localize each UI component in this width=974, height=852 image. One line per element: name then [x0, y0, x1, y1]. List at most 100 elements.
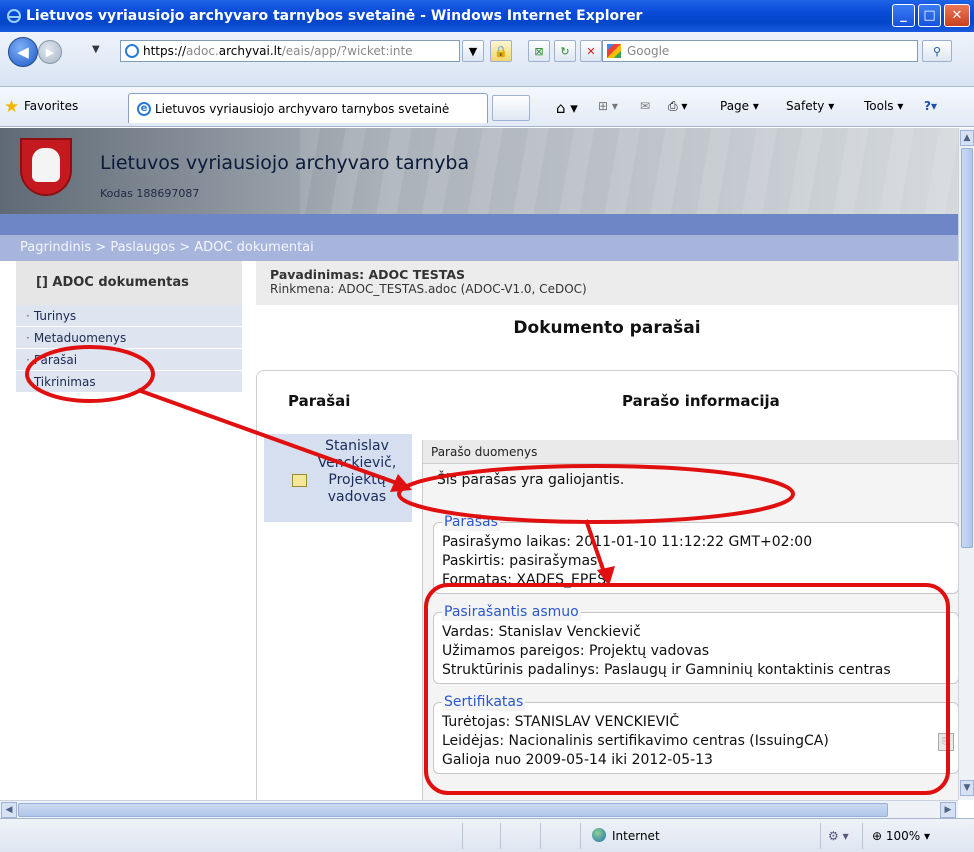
- sidebar-item-label: Parašai: [33, 353, 78, 367]
- document-info: Pavadinimas: ADOC TESTAS Rinkmena: ADOC_…: [256, 261, 958, 305]
- header-band: [0, 214, 958, 235]
- compat-view-button[interactable]: ⊠: [528, 40, 550, 62]
- lock-icon: 🔒: [494, 44, 508, 58]
- tools-menu[interactable]: Tools ▾: [864, 99, 903, 113]
- page-icon: [125, 44, 139, 58]
- window-titlebar: Lietuvos vyriausiojo archyvaro tarnybos …: [0, 0, 974, 32]
- maximize-button[interactable]: □: [918, 4, 941, 27]
- certificate-validity: Galioja nuo 2009-05-14 iki 2012-05-13: [442, 752, 713, 768]
- signer-name-line: Stanislav: [325, 438, 389, 454]
- sidebar: [] ADOC dokumentas · Turinys · Metaduomeny…: [0, 261, 242, 401]
- url-domain: archyvai.lt: [218, 44, 282, 58]
- search-button[interactable]: ⚲: [922, 40, 952, 62]
- globe-icon: [592, 828, 606, 842]
- page-menu[interactable]: Page ▾: [720, 99, 759, 113]
- url-dropdown-button[interactable]: ▼: [462, 40, 484, 62]
- address-toolbar: ◀ ▶ ▼ https://adoc.archyvai.lt/eais/app/…: [0, 32, 974, 87]
- certificate-holder: Turėtojas: STANISLAV VENCKIEVIČ: [442, 714, 680, 730]
- arrow-right-icon: ▶: [45, 45, 55, 59]
- safety-menu-label: Safety: [786, 99, 825, 113]
- favorites-button[interactable]: Favorites: [24, 99, 78, 113]
- signature-details-header: Parašo duomenys: [423, 440, 958, 464]
- certificate-fieldset: Sertifikatas Turėtojas: STANISLAV VENCKI…: [433, 693, 958, 774]
- search-placeholder: Google: [627, 44, 670, 58]
- close-button[interactable]: ✕: [944, 4, 970, 27]
- signer-position: Užimamos pareigos: Projektų vadovas: [442, 643, 710, 659]
- page-title: Dokumento parašai: [513, 318, 701, 338]
- sidebar-item-label: Metaduomenys: [33, 331, 127, 345]
- history-dropdown-icon[interactable]: ▼: [92, 44, 100, 55]
- crest-logo-icon: [20, 138, 72, 196]
- window-title: Lietuvos vyriausiojo archyvaro tarnybos …: [26, 8, 643, 24]
- url-input[interactable]: https://adoc.archyvai.lt/eais/app/?wicke…: [120, 40, 460, 62]
- scroll-right-icon[interactable]: ▶: [940, 802, 956, 818]
- signer-name: Vardas: Stanislav Venckievič: [442, 624, 641, 640]
- sidebar-item-parasai[interactable]: · Parašai: [16, 349, 242, 371]
- mail-icon[interactable]: ✉: [640, 99, 650, 113]
- vertical-scrollbar[interactable]: ▲ ▼: [958, 128, 974, 800]
- sidebar-heading[interactable]: [] ADOC dokumentas: [16, 261, 242, 305]
- sidebar-item-metaduomenys[interactable]: · Metaduomenys: [16, 327, 242, 349]
- sidebar-item-tikrinimas[interactable]: · Tikrinimas: [16, 371, 242, 393]
- feeds-icon[interactable]: ⊞ ▾: [598, 99, 618, 113]
- signer-fieldset: Pasirašantis asmuo Vardas: Stanislav Ven…: [433, 603, 958, 684]
- refresh-button[interactable]: ↻: [554, 40, 576, 62]
- browser-tab[interactable]: e Lietuvos vyriausiojo archyvaro tarnybos…: [128, 93, 488, 123]
- horizontal-scroll-thumb[interactable]: [18, 803, 888, 817]
- status-bar: Internet ⚙ ▾ ⊕ 100% ▾: [0, 818, 974, 852]
- sidebar-item-turinys[interactable]: · Turinys: [16, 305, 242, 327]
- scroll-down-icon[interactable]: ▼: [960, 780, 974, 796]
- compat-icon: ⊠: [534, 44, 544, 58]
- sidebar-item-label: Turinys: [33, 309, 77, 323]
- safety-menu[interactable]: Safety ▾: [786, 99, 834, 113]
- certificate-issuer: Leidėjas: Nacionalinis sertifikavimo cen…: [442, 733, 829, 749]
- site-header: Lietuvos vyriausiojo archyvaro tarnyba K…: [0, 128, 958, 214]
- signer-unit: Struktūrinis padalinys: Paslaugų ir Gamn…: [442, 662, 891, 678]
- forward-button[interactable]: ▶: [38, 40, 62, 64]
- star-icon: ★: [4, 97, 20, 117]
- vertical-scroll-thumb[interactable]: [961, 148, 973, 548]
- back-button[interactable]: ◀: [8, 37, 38, 67]
- home-icon[interactable]: ⌂ ▾: [556, 99, 578, 117]
- signature-fieldset: Parašas Pasirašymo laikas: 2011-01-10 11…: [433, 513, 958, 594]
- zoom-control[interactable]: ⊕ 100% ▾: [872, 829, 930, 843]
- scroll-left-icon[interactable]: ◀: [1, 802, 17, 818]
- google-icon: [607, 44, 621, 58]
- sidebar-item-label: Tikrinimas: [33, 375, 96, 389]
- zone-label: Internet: [612, 829, 660, 843]
- search-input[interactable]: Google: [602, 40, 918, 62]
- tools-menu-label: Tools: [864, 99, 894, 113]
- help-icon[interactable]: ?▾: [924, 99, 937, 113]
- signer-entry[interactable]: Stanislav Venckievič, Projektų vadovas: [264, 434, 412, 522]
- favorites-bar: ★ Favorites e Lietuvos vyriausiojo archyv…: [0, 87, 974, 127]
- page-content: Lietuvos vyriausiojo archyvaro tarnyba K…: [0, 128, 958, 800]
- document-name: Pavadinimas: ADOC TESTAS: [270, 267, 466, 282]
- signing-purpose: Paskirtis: pasirašymas: [442, 553, 598, 569]
- stop-icon: ✕: [586, 44, 596, 58]
- new-tab-button[interactable]: [492, 95, 530, 121]
- minimize-button[interactable]: _: [892, 4, 915, 27]
- certificate-icon[interactable]: ⎘: [938, 733, 954, 751]
- site-code: Kodas 188697087: [100, 187, 200, 200]
- print-icon[interactable]: ⎙ ▾: [668, 99, 687, 114]
- signature-details: Parašo duomenys Šis parašas yra galiojan…: [422, 440, 958, 800]
- url-subdomain: adoc.: [186, 44, 219, 58]
- protected-mode-icon[interactable]: ⚙ ▾: [828, 829, 849, 843]
- ie-tab-icon: e: [137, 102, 151, 116]
- lock-button[interactable]: 🔒: [490, 40, 512, 62]
- site-title: Lietuvos vyriausiojo archyvaro tarnyba: [100, 152, 470, 174]
- breadcrumb[interactable]: Pagrindinis > Paslaugos > ADOC dokumenta…: [0, 235, 958, 261]
- id-card-icon: [292, 474, 307, 487]
- stop-button[interactable]: ✕: [580, 40, 602, 62]
- signatures-column-heading: Parašai: [288, 392, 351, 410]
- zoom-icon: ⊕: [872, 829, 883, 843]
- zoom-level: 100%: [885, 829, 921, 843]
- horizontal-scrollbar[interactable]: ◀ ▶: [0, 800, 958, 818]
- url-scheme: https://: [143, 44, 187, 58]
- signer-position-line: vadovas: [327, 489, 387, 505]
- signature-info-column-heading: Parašo informacija: [622, 392, 780, 410]
- certificate-legend: Sertifikatas: [442, 693, 526, 711]
- signature-legend: Parašas: [442, 513, 500, 531]
- validity-message: Šis parašas yra galiojantis.: [437, 472, 625, 488]
- scroll-up-icon[interactable]: ▲: [960, 130, 974, 146]
